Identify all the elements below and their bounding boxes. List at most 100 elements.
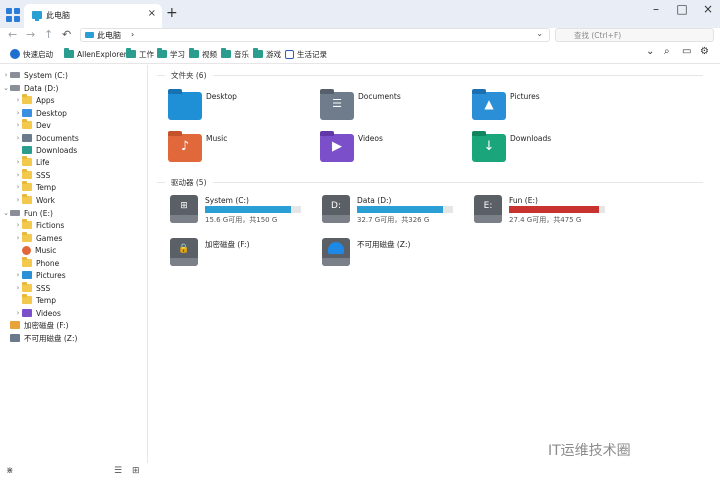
- drive-name: System (C:): [205, 196, 249, 205]
- expand-arrow-icon[interactable]: ›: [14, 234, 22, 242]
- tree-label: Temp: [36, 182, 56, 192]
- expand-arrow-icon[interactable]: ›: [14, 121, 22, 129]
- tree-item-data[interactable]: ⌄ Data (D:): [2, 82, 58, 94]
- tree-item-unavailable[interactable]: 不可用磁盘 (Z:): [2, 332, 77, 344]
- tab-label: 此电脑: [46, 11, 70, 20]
- quick-item-work[interactable]: 工作: [126, 47, 154, 61]
- watermark-text: IT运维技术圈: [548, 443, 631, 459]
- folder-icon: [126, 48, 136, 58]
- quick-item-video[interactable]: 视频: [189, 47, 217, 61]
- drive-icon: [10, 72, 20, 78]
- collapse-arrow-icon[interactable]: ⌄: [2, 84, 10, 92]
- expand-arrow-icon[interactable]: ›: [14, 96, 22, 104]
- videos-folder-icon: ▶: [320, 131, 354, 162]
- expand-arrow-icon[interactable]: ›: [14, 284, 22, 292]
- expand-arrow-icon[interactable]: ›: [14, 171, 22, 179]
- windows-drive-icon: ⊞: [170, 195, 198, 223]
- downloads-folder-icon: ↓: [472, 131, 506, 162]
- expand-arrow-icon[interactable]: ›: [14, 271, 22, 279]
- tree-label: SSS: [36, 170, 51, 180]
- maximize-button[interactable]: □: [670, 2, 694, 16]
- tree-label: Life: [36, 157, 50, 167]
- tree-view-icon[interactable]: ⊞: [132, 466, 140, 476]
- expand-arrow-icon[interactable]: ›: [2, 71, 10, 79]
- expand-arrow-icon[interactable]: ›: [14, 309, 22, 317]
- documents-folder-icon: [22, 134, 32, 142]
- tree-label: Dev: [36, 120, 51, 130]
- quick-item-life-records[interactable]: 生活记录: [285, 47, 327, 61]
- search-icon[interactable]: ⌕: [664, 46, 670, 57]
- tree-item-downloads[interactable]: Downloads: [14, 144, 77, 156]
- list-indent-icon[interactable]: ☰: [114, 466, 122, 476]
- tree-label: Games: [36, 233, 63, 243]
- tree-item-sss[interactable]: › SSS: [14, 169, 50, 181]
- collapse-all-icon[interactable]: ⋇: [6, 466, 14, 476]
- drive-letter: D:: [331, 201, 341, 211]
- close-tab-icon[interactable]: ×: [148, 8, 156, 19]
- navigation-tree: › System (C:) ⌄ Data (D:) › Apps › Desktop ›…: [0, 65, 148, 463]
- desktop-folder-icon: [168, 89, 202, 120]
- double-chevron-down-icon[interactable]: ⌄: [646, 46, 654, 57]
- expand-arrow-icon[interactable]: ›: [14, 196, 22, 204]
- collapse-arrow-icon[interactable]: ⌄: [2, 209, 10, 217]
- minimize-button[interactable]: –: [644, 2, 668, 16]
- chevron-down-icon[interactable]: ⌄: [536, 29, 543, 38]
- tree-item-pictures[interactable]: › Pictures: [14, 269, 66, 281]
- quick-item-games[interactable]: 游戏: [253, 47, 281, 61]
- close-window-button[interactable]: ×: [696, 2, 720, 16]
- tree-item-documents[interactable]: › Documents: [14, 132, 79, 144]
- expand-arrow-icon[interactable]: ›: [14, 183, 22, 191]
- back-button[interactable]: ←: [8, 28, 17, 41]
- new-tab-button[interactable]: +: [166, 5, 178, 21]
- tree-item-apps[interactable]: › Apps: [14, 94, 55, 106]
- folder-label: Videos: [358, 134, 383, 143]
- tree-item-games[interactable]: › Games: [14, 232, 62, 244]
- tree-item-encrypted[interactable]: 加密磁盘 (F:): [2, 319, 69, 331]
- tree-item-videos[interactable]: › Videos: [14, 307, 61, 319]
- address-bar[interactable]: 此电脑 › ⌄: [80, 28, 550, 42]
- quick-item-launch[interactable]: 快速启动: [10, 47, 53, 61]
- divider: [212, 75, 703, 76]
- tree-label: Data (D:): [24, 83, 59, 93]
- folder-icon: [64, 48, 74, 58]
- tree-item-fun[interactable]: ⌄ Fun (E:): [2, 207, 53, 219]
- tree-item-temp-fun[interactable]: Temp: [14, 294, 56, 306]
- tree-item-phone[interactable]: Phone: [14, 257, 59, 269]
- tree-item-work[interactable]: › Work: [14, 194, 55, 206]
- app-logo-icon[interactable]: [6, 8, 20, 22]
- tree-item-system[interactable]: › System (C:): [2, 69, 68, 81]
- cloud-drive-icon: [322, 238, 350, 266]
- expand-arrow-icon[interactable]: ›: [14, 134, 22, 142]
- folder-icon: [253, 48, 263, 58]
- drive-letter: ⊞: [180, 201, 188, 211]
- folder-icon: [22, 282, 32, 292]
- tree-item-temp[interactable]: › Temp: [14, 181, 56, 193]
- undo-button[interactable]: ↶: [62, 28, 71, 41]
- tab-this-pc[interactable]: 此电脑 ×: [24, 4, 162, 28]
- folder-icon: [22, 181, 32, 191]
- quick-item-allenexplorer[interactable]: AllenExplorer: [64, 47, 127, 61]
- settings-icon[interactable]: ⚙: [700, 46, 709, 57]
- tree-item-life[interactable]: › Life: [14, 156, 50, 168]
- drive-name: 加密磁盘 (F:): [205, 240, 250, 249]
- tree-item-dev[interactable]: › Dev: [14, 119, 51, 131]
- expand-arrow-icon[interactable]: ›: [14, 221, 22, 229]
- tree-item-music[interactable]: Music: [14, 244, 56, 256]
- chevron-right-icon[interactable]: ›: [131, 30, 134, 39]
- folder-icon: [22, 194, 32, 204]
- downloads-folder-icon: [22, 146, 32, 154]
- tree-label: Desktop: [36, 108, 67, 118]
- up-button[interactable]: ↑: [44, 28, 53, 41]
- quick-item-label: 快速启动: [23, 49, 53, 59]
- forward-button[interactable]: →: [26, 28, 35, 41]
- quick-item-music[interactable]: 音乐: [221, 47, 249, 61]
- quick-item-study[interactable]: 学习: [157, 47, 185, 61]
- preview-pane-icon[interactable]: ▭: [682, 46, 691, 57]
- expand-arrow-icon[interactable]: ›: [14, 158, 22, 166]
- tree-item-fictions[interactable]: › Fictions: [14, 219, 64, 231]
- tree-item-desktop[interactable]: › Desktop: [14, 107, 67, 119]
- expand-arrow-icon[interactable]: ›: [14, 109, 22, 117]
- videos-folder-icon: [22, 309, 32, 317]
- tree-item-sss-fun[interactable]: › SSS: [14, 282, 50, 294]
- search-input[interactable]: 查找 (Ctrl+F): [555, 28, 714, 42]
